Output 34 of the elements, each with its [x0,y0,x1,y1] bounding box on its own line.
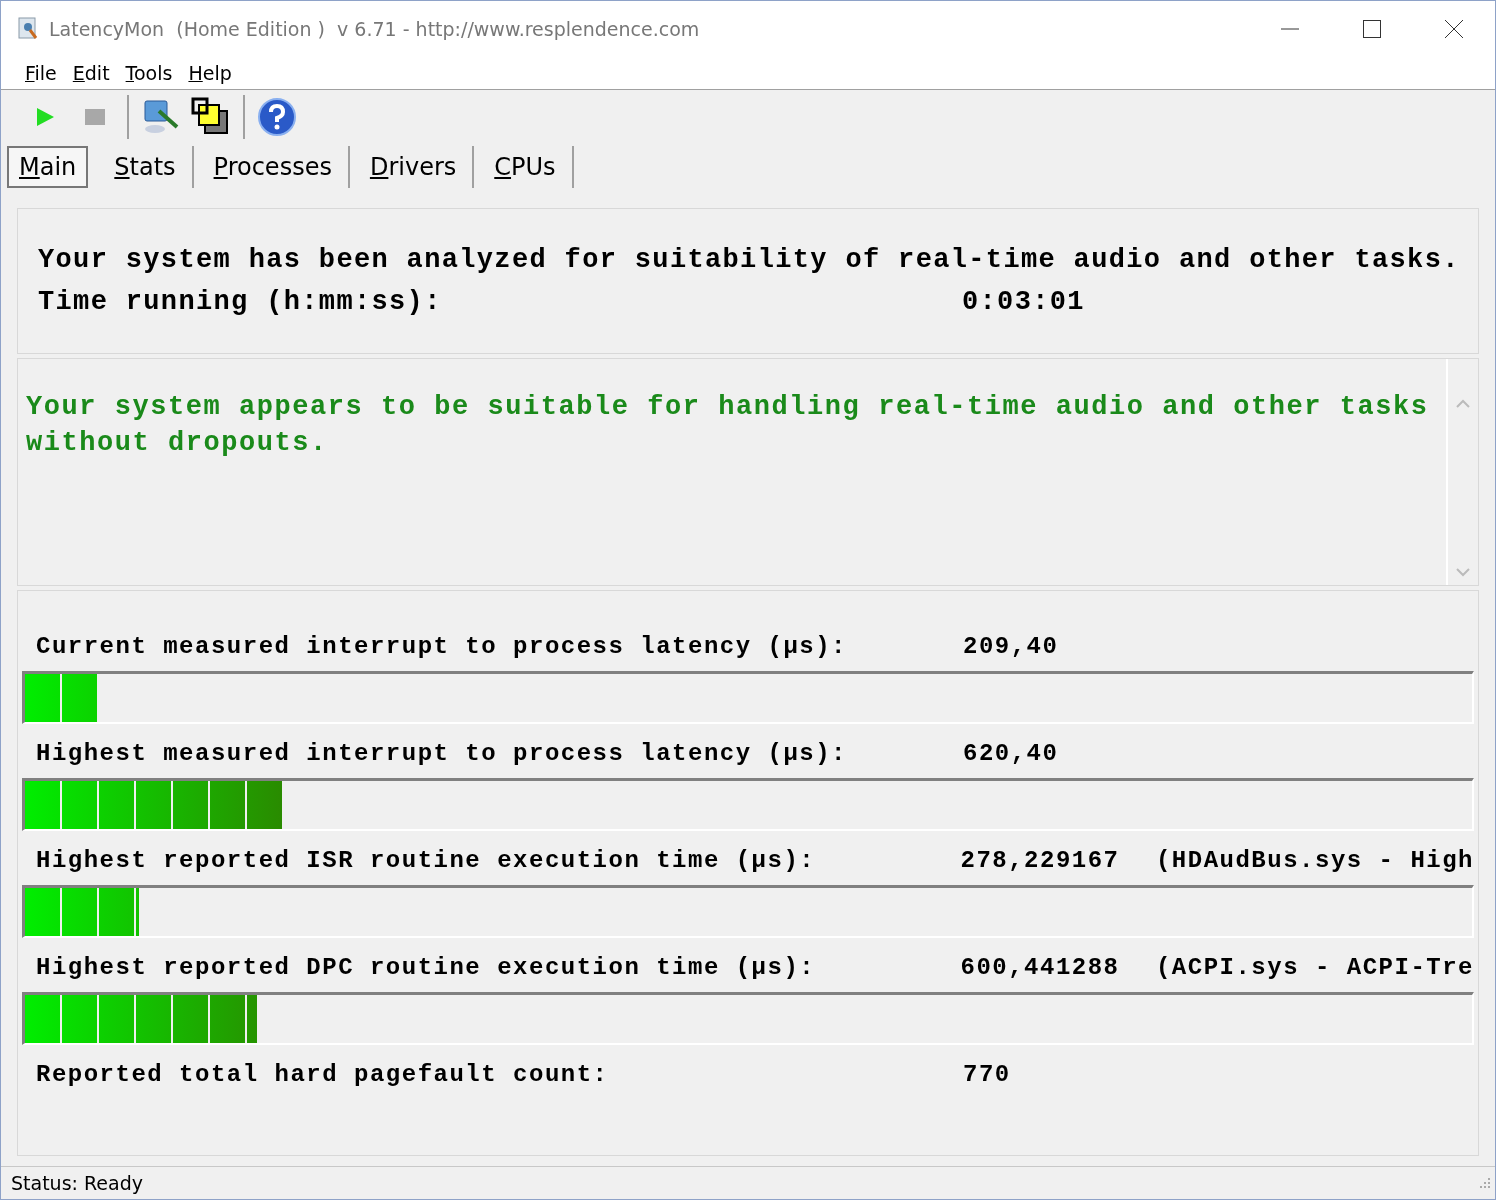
status-text: Status: Ready [11,1172,143,1194]
metric-label: Reported total hard pagefault count: [36,1060,610,1088]
resize-grip-icon [1479,1177,1491,1189]
help-icon[interactable] [257,97,297,137]
metric-value: 278,229167 [960,846,1121,874]
metric-detail: (HDAudBus.sys - High [1155,846,1474,874]
scroll-up-icon [1456,399,1470,408]
metric-value: 770 [963,1060,1012,1088]
menu-item[interactable]: Help [182,60,238,86]
metric-label: Highest reported ISR routine execution time (µs): [36,846,817,874]
tab[interactable]: CPUs [478,146,574,188]
windows-icon[interactable] [191,97,231,137]
metric-detail: (ACPI.sys - ACPI-Tre [1155,953,1474,981]
metric-label: Current measured interrupt to process latency (µs): [36,632,849,660]
time-label: Time running (h:mm:ss): [38,287,443,317]
window-title: LatencyMon (Home Edition ) v 6.71 - http://www.resplendence.com [49,18,701,40]
metric-value: 209,40 [963,632,1060,660]
close-icon[interactable] [1444,19,1464,39]
summary-heading: Your system has been analyzed for suitability of real-time audio and other tasks. [38,245,1461,275]
menu-item[interactable]: Tools [119,60,179,86]
tab[interactable]: Main [7,146,89,188]
metric-value: 620,40 [963,739,1060,767]
tab[interactable]: Drivers [353,146,475,188]
metric-value: 600,441288 [960,953,1121,981]
metric-label: Highest reported DPC routine execution time (µs): [36,953,817,981]
menu-item[interactable]: File [19,60,63,86]
menu-item[interactable]: Edit [66,60,116,86]
tab[interactable]: Stats [98,146,194,188]
metric-label: Highest measured interrupt to process latency (µs): [36,739,849,767]
time-value: 0:03:01 [962,287,1085,317]
scroll-down-icon [1456,568,1470,577]
verdict-text: Your system appears to be suitable for handling real-time audio and other tasks without dropouts. [25,391,1430,460]
tab[interactable]: Processes [197,146,350,188]
maximize-icon[interactable] [1362,19,1382,39]
